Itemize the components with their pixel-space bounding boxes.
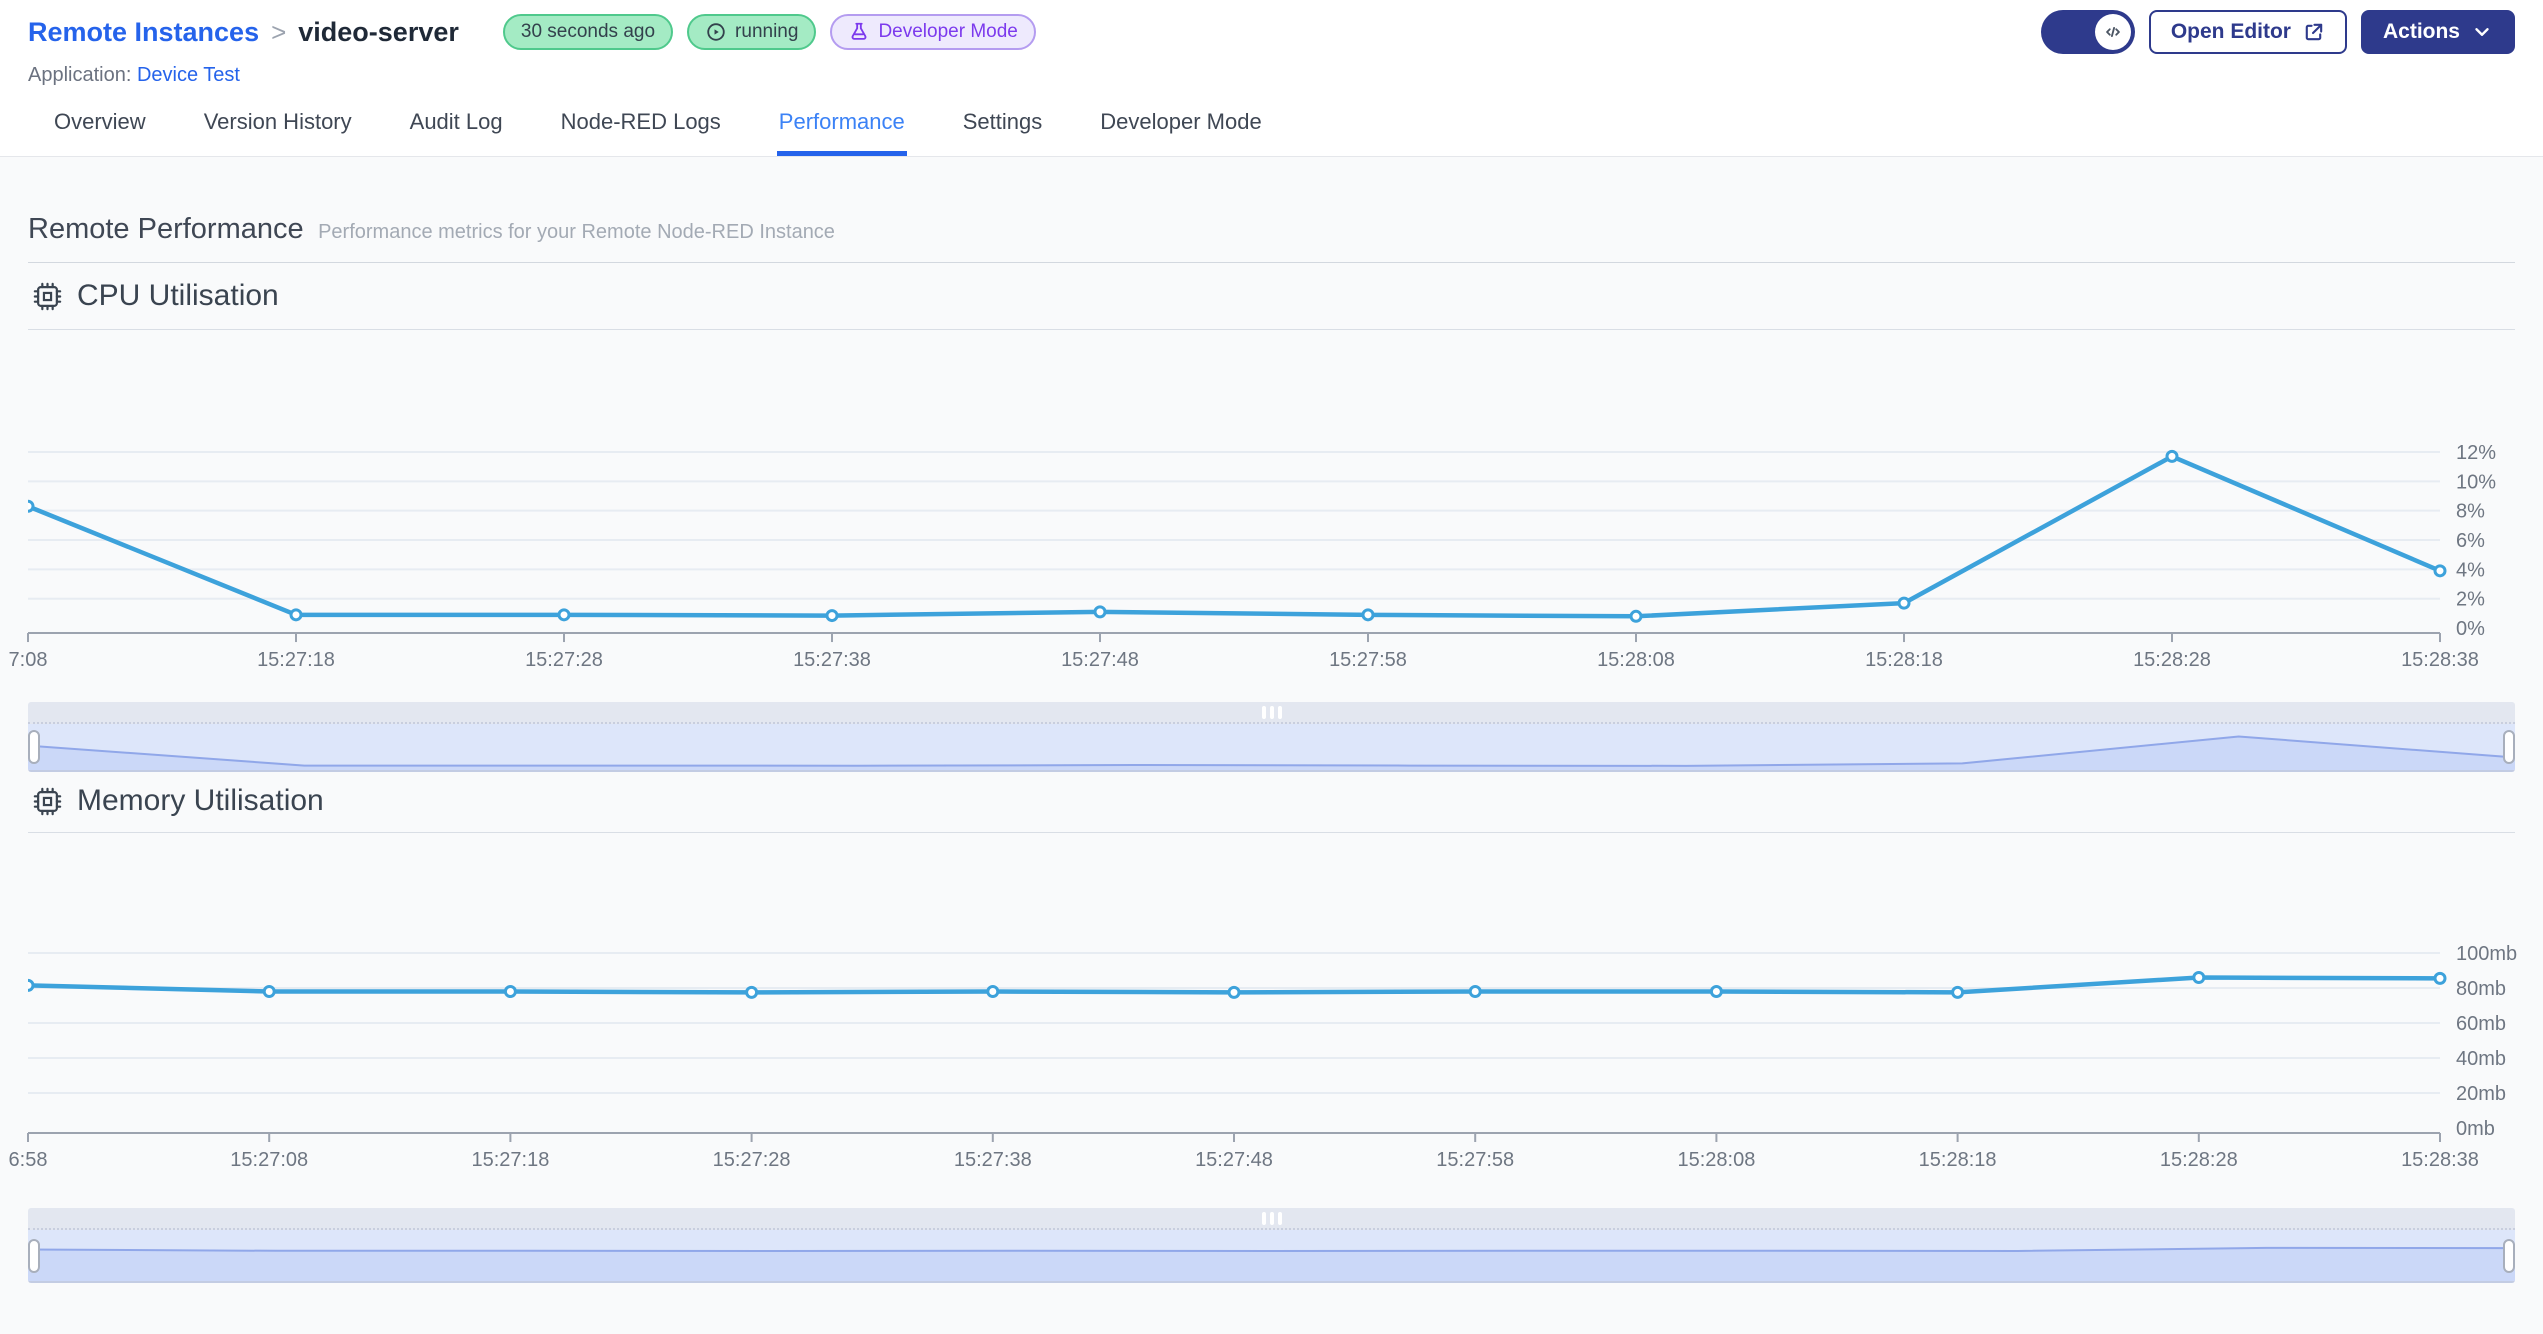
- application-link[interactable]: Device Test: [137, 64, 240, 86]
- running-status-badge: running: [687, 14, 817, 50]
- developer-mode-toggle[interactable]: [2040, 10, 2135, 54]
- svg-text:6:58: 6:58: [9, 1149, 48, 1171]
- svg-text:15:28:18: 15:28:18: [1865, 649, 1943, 671]
- chevron-down-icon: [2475, 28, 2489, 36]
- cpu-section: CPU Utilisation 7:08 15:27:18 15:27:28 15:2…: [9, 263, 2515, 773]
- tab-bar: Overview Version History Audit Log Node-RED…: [0, 87, 2543, 156]
- svg-text:15:27:28: 15:27:28: [713, 1149, 791, 1171]
- svg-text:7:08: 7:08: [9, 649, 48, 671]
- header-top-row: Remote Instances > video-server 30 secon…: [0, 0, 2543, 54]
- status-badges: 30 seconds ago running Developer Mode: [502, 14, 1036, 50]
- breadcrumb-parent-link[interactable]: Remote Instances: [28, 17, 259, 48]
- svg-text:2%: 2%: [2456, 589, 2485, 611]
- svg-text:15:27:18: 15:27:18: [471, 1149, 549, 1171]
- memory-brush-drag-bar[interactable]: [28, 1208, 2515, 1231]
- svg-text:15:27:38: 15:27:38: [954, 1149, 1032, 1171]
- page-subtitle: Performance metrics for your Remote Node…: [318, 221, 835, 243]
- breadcrumb: Remote Instances > video-server: [28, 17, 459, 48]
- toggle-knob: [2094, 14, 2131, 50]
- actions-button[interactable]: Actions: [2360, 10, 2515, 54]
- play-circle-icon: [707, 23, 725, 41]
- tab-node-red-logs[interactable]: Node-RED Logs: [559, 109, 723, 156]
- cpu-chart-brush[interactable]: [28, 702, 2515, 773]
- tab-audit-log[interactable]: Audit Log: [408, 109, 505, 156]
- open-editor-button[interactable]: Open Editor: [2148, 10, 2347, 54]
- tab-developer-mode[interactable]: Developer Mode: [1098, 109, 1263, 156]
- svg-text:4%: 4%: [2456, 559, 2485, 581]
- tab-version-history[interactable]: Version History: [202, 109, 354, 156]
- cpu-brush-handle-right[interactable]: [2503, 730, 2515, 765]
- code-icon: [2105, 26, 2120, 38]
- svg-text:15:27:58: 15:27:58: [1329, 649, 1407, 671]
- svg-text:15:28:18: 15:28:18: [1919, 1149, 1997, 1171]
- memory-brush-track[interactable]: [28, 1230, 2515, 1282]
- svg-text:100mb: 100mb: [2456, 943, 2517, 965]
- page-title-row: Remote Performance Performance metrics f…: [28, 157, 2515, 263]
- svg-text:15:28:28: 15:28:28: [2160, 1149, 2238, 1171]
- svg-text:40mb: 40mb: [2456, 1048, 2506, 1070]
- breadcrumb-separator: >: [271, 16, 287, 47]
- cpu-brush-handle-left[interactable]: [28, 730, 40, 765]
- svg-text:6%: 6%: [2456, 530, 2485, 552]
- developer-mode-label: Developer Mode: [878, 21, 1018, 42]
- last-seen-label: 30 seconds ago: [520, 21, 656, 42]
- svg-text:80mb: 80mb: [2456, 978, 2506, 1000]
- svg-text:15:27:58: 15:27:58: [1436, 1149, 1514, 1171]
- svg-text:15:28:08: 15:28:08: [1597, 649, 1675, 671]
- svg-text:15:27:38: 15:27:38: [793, 649, 871, 671]
- header-actions: Open Editor Actions: [2040, 10, 2515, 54]
- actions-label: Actions: [2382, 20, 2460, 43]
- memory-section-header: Memory Utilisation: [28, 772, 2515, 834]
- memory-brush-handle-right[interactable]: [2503, 1238, 2515, 1273]
- svg-text:15:27:48: 15:27:48: [1061, 649, 1139, 671]
- svg-text:15:28:28: 15:28:28: [2133, 649, 2211, 671]
- developer-mode-badge: Developer Mode: [830, 14, 1036, 50]
- memory-brush-handle-left[interactable]: [28, 1238, 40, 1273]
- svg-text:0mb: 0mb: [2456, 1118, 2495, 1140]
- svg-text:15:28:38: 15:28:38: [2401, 1149, 2479, 1171]
- flask-icon: [852, 22, 867, 40]
- page-header: Remote Instances > video-server 30 secon…: [0, 0, 2543, 157]
- brush-grip-icon[interactable]: [1261, 705, 1282, 719]
- memory-section: Memory Utilisation 6:58 15:27:08 15:27:18 1…: [9, 772, 2518, 1284]
- page-title: Remote Performance: [28, 213, 304, 245]
- memory-chart: 6:58 15:27:08 15:27:18 15:27:28 15:27:38 15:2…: [9, 853, 2518, 1174]
- cpu-section-header: CPU Utilisation: [28, 263, 2515, 330]
- last-seen-badge: 30 seconds ago: [502, 14, 674, 50]
- tab-settings[interactable]: Settings: [961, 109, 1045, 156]
- breadcrumb-current: video-server: [298, 16, 459, 47]
- svg-text:15:27:48: 15:27:48: [1195, 1149, 1273, 1171]
- app: Remote Instances > video-server 30 secon…: [0, 0, 2543, 1334]
- memory-chart-brush[interactable]: [28, 1208, 2515, 1284]
- svg-text:8%: 8%: [2456, 501, 2485, 523]
- svg-text:15:27:18: 15:27:18: [257, 649, 335, 671]
- running-status-label: running: [735, 21, 799, 42]
- svg-text:0%: 0%: [2456, 618, 2485, 640]
- svg-text:12%: 12%: [2456, 442, 2496, 464]
- svg-text:15:28:38: 15:28:38: [2401, 649, 2479, 671]
- application-label: Application:: [28, 64, 132, 86]
- cpu-section-title: CPU Utilisation: [77, 279, 279, 312]
- cpu-brush-track[interactable]: [28, 724, 2515, 771]
- svg-text:10%: 10%: [2456, 471, 2496, 493]
- performance-page: Remote Performance Performance metrics f…: [0, 157, 2543, 1334]
- svg-text:15:27:08: 15:27:08: [230, 1149, 308, 1171]
- brush-grip-icon[interactable]: [1261, 1211, 1282, 1225]
- external-link-icon: [2305, 23, 2323, 40]
- application-row: Application: Device Test: [0, 54, 2543, 87]
- memory-section-title: Memory Utilisation: [77, 784, 324, 818]
- cpu-chip-icon: [33, 282, 62, 310]
- svg-text:20mb: 20mb: [2456, 1083, 2506, 1105]
- open-editor-label: Open Editor: [2170, 20, 2291, 43]
- svg-text:15:27:28: 15:27:28: [525, 649, 603, 671]
- cpu-chip-icon: [33, 787, 62, 815]
- svg-text:15:28:08: 15:28:08: [1677, 1149, 1755, 1171]
- cpu-brush-drag-bar[interactable]: [28, 702, 2515, 725]
- svg-text:60mb: 60mb: [2456, 1013, 2506, 1035]
- cpu-chart: 7:08 15:27:18 15:27:28 15:27:38 15:27:48 15:2…: [9, 352, 2515, 674]
- tab-performance[interactable]: Performance: [776, 109, 907, 156]
- tab-overview[interactable]: Overview: [52, 109, 148, 156]
